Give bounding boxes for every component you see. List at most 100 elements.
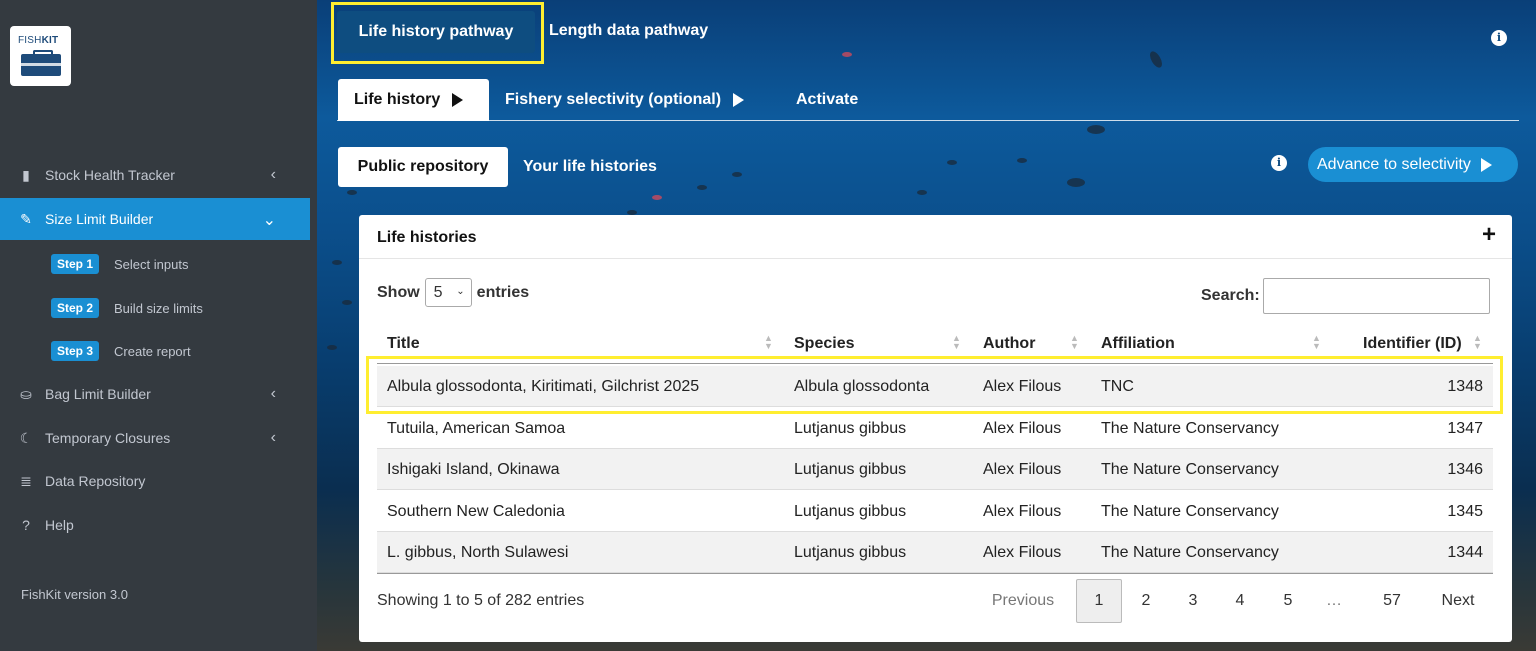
show-label: Show: [377, 283, 420, 301]
info-icon[interactable]: i: [1491, 30, 1507, 46]
fish-decoration: [342, 300, 352, 305]
nav-step-1[interactable]: Step 1 Select inputs: [51, 253, 188, 275]
fish-decoration: [1147, 49, 1165, 70]
info-icon[interactable]: i: [1271, 155, 1287, 171]
life-histories-card: Life histories + Show 5 ⌄ entries Search…: [359, 215, 1512, 642]
pagination-page[interactable]: 3: [1173, 579, 1213, 623]
entries-label: entries: [476, 283, 530, 301]
table-row[interactable]: Tutuila, American Samoa Lutjanus gibbus …: [377, 408, 1493, 449]
sort-icon[interactable]: ▲ ▼: [1473, 334, 1482, 351]
cell-id: 1346: [1447, 461, 1483, 478]
fishkit-logo[interactable]: FISHKIT: [10, 26, 71, 86]
tab-fishery-selectivity[interactable]: Fishery selectivity (optional): [505, 91, 745, 109]
step-badge: Step 1: [51, 254, 100, 274]
cell-affiliation: The Nature Conservancy: [1101, 461, 1279, 478]
button-label: Advance to selectivity: [1317, 155, 1471, 173]
card-title: Life histories: [377, 229, 477, 246]
page-length-select[interactable]: 5 ⌄: [424, 278, 472, 307]
step-label: Create report: [114, 343, 191, 359]
tab-life-history[interactable]: Life history: [338, 79, 489, 121]
nav-label: Stock Health Tracker: [45, 167, 175, 183]
fish-decoration: [732, 172, 742, 177]
nav-size-limit-builder[interactable]: ✎ Size Limit Builder ⌄: [0, 198, 310, 240]
nav-label: Bag Limit Builder: [45, 386, 151, 402]
column-header-author[interactable]: Author: [983, 335, 1035, 353]
tab-label: Fishery selectivity (optional): [505, 91, 722, 108]
pagination-next[interactable]: Next: [1429, 579, 1487, 623]
pagination-previous[interactable]: Previous: [979, 579, 1067, 623]
column-header-title[interactable]: Title: [387, 335, 420, 353]
pagination-page[interactable]: 4: [1220, 579, 1260, 623]
basket-icon: ⛀: [20, 385, 32, 402]
logo-text: FISHKIT: [18, 35, 59, 46]
table-row[interactable]: Ishigaki Island, Okinawa Lutjanus gibbus…: [377, 449, 1493, 490]
tab-length-data-pathway[interactable]: Length data pathway: [549, 22, 708, 40]
fish-decoration: [652, 195, 662, 200]
expand-plus-icon[interactable]: +: [1482, 221, 1496, 249]
nav-label: Size Limit Builder: [45, 211, 154, 227]
nav-data-repository[interactable]: ≣ Data Repository: [0, 460, 310, 502]
fish-decoration: [332, 260, 342, 265]
chevron-down-icon: ⌄: [262, 212, 276, 229]
pagination-page[interactable]: 57: [1369, 579, 1415, 623]
cell-affiliation: The Nature Conservancy: [1101, 544, 1279, 561]
ruler-icon: ✎: [20, 210, 32, 227]
cell-author: Alex Filous: [983, 544, 1062, 561]
sort-icon[interactable]: ▲ ▼: [764, 334, 773, 351]
cell-affiliation: The Nature Conservancy: [1101, 420, 1279, 437]
public-repository-button[interactable]: Public repository: [338, 147, 508, 187]
cell-species: Lutjanus gibbus: [794, 544, 907, 561]
page-length-control: Show 5 ⌄ entries: [377, 278, 529, 307]
sidebar: FISHKIT ▮ Stock Health Tracker ‹ ✎ Size …: [0, 0, 317, 651]
pagination-page[interactable]: 5: [1268, 579, 1308, 623]
sort-icon[interactable]: ▲ ▼: [952, 334, 961, 351]
nav-stock-health-tracker[interactable]: ▮ Stock Health Tracker ‹: [0, 154, 310, 196]
nav-temporary-closures[interactable]: ☾ Temporary Closures ‹: [0, 417, 310, 459]
cell-id: 1344: [1447, 544, 1483, 561]
tab-activate[interactable]: Activate: [796, 91, 858, 109]
chevron-left-icon: ‹: [270, 429, 276, 446]
pagination-page[interactable]: 1: [1076, 579, 1122, 623]
cell-title: Tutuila, American Samoa: [387, 420, 566, 437]
column-header-identifier[interactable]: Identifier (ID): [1363, 335, 1462, 353]
play-arrow-icon: [733, 93, 745, 107]
sort-icon[interactable]: ▲ ▼: [1070, 334, 1079, 351]
pagination-page[interactable]: 2: [1126, 579, 1166, 623]
nav-label: Help: [45, 517, 74, 533]
your-life-histories-button[interactable]: Your life histories: [523, 158, 657, 176]
cell-author: Alex Filous: [983, 420, 1062, 437]
fish-decoration: [842, 52, 852, 57]
column-header-affiliation[interactable]: Affiliation: [1101, 335, 1175, 353]
moon-icon: ☾: [19, 429, 33, 446]
nav-bag-limit-builder[interactable]: ⛀ Bag Limit Builder ‹: [0, 373, 310, 415]
version-text: FishKit version 3.0: [21, 587, 128, 602]
fish-decoration: [1087, 125, 1105, 134]
cell-title: Southern New Caledonia: [387, 503, 565, 520]
nav-label: Data Repository: [45, 473, 146, 489]
cell-id: 1345: [1447, 503, 1483, 520]
column-header-species[interactable]: Species: [794, 335, 854, 353]
step-badge: Step 3: [51, 341, 100, 361]
database-icon: ≣: [20, 472, 32, 489]
table-row[interactable]: L. gibbus, North Sulawesi Lutjanus gibbu…: [377, 532, 1493, 573]
nav-help[interactable]: ? Help: [0, 504, 310, 546]
chevron-down-icon: ⌄: [456, 286, 465, 297]
cell-author: Alex Filous: [983, 503, 1062, 520]
advance-to-selectivity-button[interactable]: Advance to selectivity: [1308, 147, 1518, 182]
nav-step-3[interactable]: Step 3 Create report: [51, 340, 191, 362]
highlight-box: [366, 356, 1503, 414]
table-row[interactable]: Southern New Caledonia Lutjanus gibbus A…: [377, 491, 1493, 532]
fish-decoration: [917, 190, 927, 195]
sort-icon[interactable]: ▲ ▼: [1312, 334, 1321, 351]
chevron-left-icon: ‹: [270, 385, 276, 402]
search-label: Search:: [1201, 287, 1260, 304]
search-control: Search:: [1201, 278, 1490, 314]
cell-id: 1347: [1447, 420, 1483, 437]
table-info: Showing 1 to 5 of 282 entries: [377, 592, 585, 609]
search-input[interactable]: [1262, 278, 1490, 314]
question-icon: ?: [22, 517, 30, 533]
chevron-left-icon: ‹: [270, 166, 276, 183]
tab-row-divider: [337, 120, 1519, 121]
select-value: 5: [433, 283, 443, 301]
nav-step-2[interactable]: Step 2 Build size limits: [51, 297, 203, 319]
